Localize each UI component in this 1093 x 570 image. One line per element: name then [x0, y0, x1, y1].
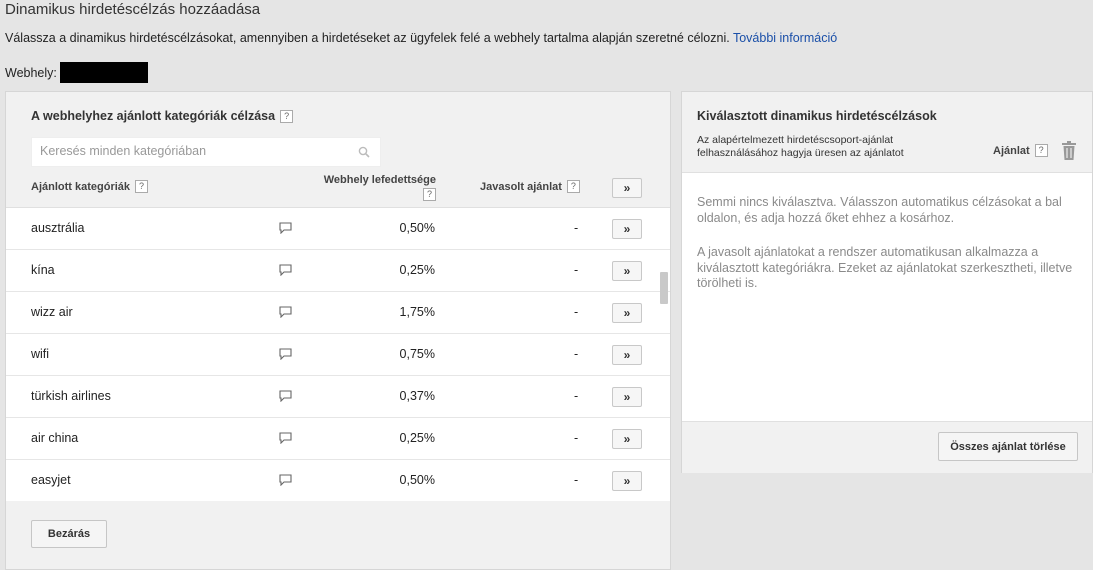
- help-icon[interactable]: ?: [566, 180, 580, 193]
- category-name: easyjet: [31, 473, 71, 487]
- category-name: türkish airlines: [31, 389, 111, 403]
- trash-icon[interactable]: [1061, 141, 1077, 160]
- category-name: wifi: [31, 347, 50, 361]
- list-scrollbar[interactable]: [660, 272, 668, 304]
- bid-column-header-text: Ajánlat: [993, 144, 1030, 157]
- category-row: türkish airlines 0,37% - »: [6, 376, 670, 418]
- suggested-categories-panel: A webhelyhez ajánlott kategóriák célzása…: [5, 91, 671, 570]
- add-category-button[interactable]: »: [612, 429, 642, 449]
- category-search: [31, 137, 381, 167]
- suggested-bid-value: -: [574, 389, 579, 403]
- coverage-value: 0,50%: [399, 221, 435, 235]
- category-row: ausztrália 0,50% - »: [6, 208, 670, 250]
- category-row: easyjet 0,50% - »: [6, 460, 670, 501]
- coverage-value: 0,25%: [399, 263, 435, 277]
- default-bid-hint: Az alapértelmezett hirdetéscsoport-ajánl…: [697, 134, 904, 160]
- auto-bid-info-text: A javasolt ajánlatokat a rendszer automa…: [697, 245, 1073, 291]
- category-row: air china 0,25% - »: [6, 418, 670, 460]
- intro-text: Válassza a dinamikus hirdetéscélzásokat,…: [5, 31, 837, 45]
- add-category-button[interactable]: »: [612, 303, 642, 323]
- coverage-value: 0,75%: [399, 347, 435, 361]
- suggested-panel-title: A webhelyhez ajánlott kategóriák célzása…: [31, 109, 294, 123]
- coverage-value: 1,75%: [399, 305, 435, 319]
- suggested-panel-title-text: A webhelyhez ajánlott kategóriák célzása: [31, 109, 276, 123]
- selected-panel-header: Kiválasztott dinamikus hirdetéscélzások …: [682, 92, 1092, 173]
- category-name: wizz air: [31, 305, 73, 319]
- add-category-button[interactable]: »: [612, 345, 642, 365]
- suggested-bid-value: -: [574, 431, 579, 445]
- close-button[interactable]: Bezárás: [31, 520, 107, 548]
- category-row: kína 0,25% - »: [6, 250, 670, 292]
- selected-targets-panel: Kiválasztott dinamikus hirdetéscélzások …: [681, 91, 1093, 473]
- column-header-suggested-bid-text: Javasolt ajánlat: [480, 180, 562, 193]
- category-list: ausztrália 0,50% - » kína 0,25% - » wizz…: [6, 207, 670, 501]
- add-category-button[interactable]: »: [612, 471, 642, 491]
- website-row: Webhely:: [5, 62, 148, 83]
- suggested-bid-value: -: [574, 473, 579, 487]
- column-header-coverage: Webhely lefedettsége ?: [306, 174, 436, 201]
- more-info-link[interactable]: További információ: [733, 31, 837, 45]
- comment-icon[interactable]: [279, 432, 292, 444]
- column-header-suggested-bid: Javasolt ajánlat ?: [480, 180, 580, 193]
- comment-icon[interactable]: [279, 306, 292, 318]
- comment-icon[interactable]: [279, 348, 292, 360]
- page-title: Dinamikus hirdetéscélzás hozzáadása: [5, 1, 261, 18]
- website-redacted: [59, 62, 148, 83]
- add-all-button[interactable]: »: [612, 178, 642, 198]
- search-input[interactable]: [32, 138, 358, 164]
- category-name: ausztrália: [31, 221, 85, 235]
- comment-icon[interactable]: [279, 474, 292, 486]
- search-icon[interactable]: [358, 146, 370, 158]
- help-icon[interactable]: ?: [423, 188, 436, 201]
- coverage-value: 0,50%: [399, 473, 435, 487]
- category-name: kína: [31, 263, 55, 277]
- clear-all-bids-button[interactable]: Összes ajánlat törlése: [938, 432, 1078, 461]
- add-category-button[interactable]: »: [612, 387, 642, 407]
- selected-panel-title: Kiválasztott dinamikus hirdetéscélzások: [697, 109, 937, 123]
- column-header-category-text: Ajánlott kategóriák: [31, 180, 131, 193]
- add-category-button[interactable]: »: [612, 261, 642, 281]
- suggested-bid-value: -: [574, 347, 579, 361]
- help-icon[interactable]: ?: [1034, 144, 1048, 157]
- coverage-value: 0,25%: [399, 431, 435, 445]
- empty-selection-text: Semmi nincs kiválasztva. Válasszon autom…: [697, 195, 1062, 225]
- suggested-bid-value: -: [574, 263, 579, 277]
- comment-icon[interactable]: [279, 264, 292, 276]
- category-row: wizz air 1,75% - »: [6, 292, 670, 334]
- comment-icon[interactable]: [279, 222, 292, 234]
- add-category-button[interactable]: »: [612, 219, 642, 239]
- suggested-bid-value: -: [574, 221, 579, 235]
- suggested-bid-value: -: [574, 305, 579, 319]
- column-header-category: Ajánlott kategóriák ?: [31, 180, 149, 193]
- intro-description: Válassza a dinamikus hirdetéscélzásokat,…: [5, 31, 730, 45]
- help-icon[interactable]: ?: [135, 180, 149, 193]
- coverage-value: 0,37%: [399, 389, 435, 403]
- comment-icon[interactable]: [279, 390, 292, 402]
- help-icon[interactable]: ?: [280, 109, 294, 123]
- category-row: wifi 0,75% - »: [6, 334, 670, 376]
- selected-panel-footer: Összes ajánlat törlése: [682, 421, 1092, 473]
- category-name: air china: [31, 431, 79, 445]
- bid-column-header: Ajánlat ?: [993, 144, 1048, 157]
- column-header-coverage-text: Webhely lefedettsége: [323, 174, 436, 186]
- website-label: Webhely:: [5, 65, 57, 80]
